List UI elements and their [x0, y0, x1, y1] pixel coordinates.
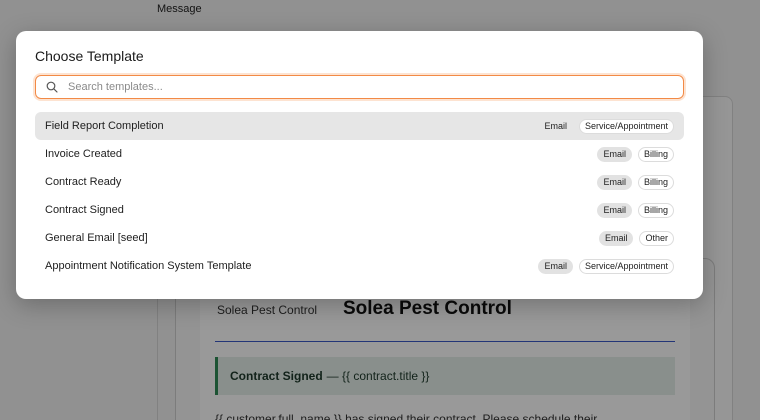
channel-badge: Email	[597, 174, 632, 190]
category-badge: Billing	[637, 202, 674, 218]
template-row[interactable]: Field Report Completion Email Service/Ap…	[35, 112, 684, 140]
search-input[interactable]	[68, 81, 648, 93]
template-row[interactable]: Appointment Notification System Template…	[35, 252, 684, 280]
template-tags: Email Billing	[597, 174, 674, 190]
channel-badge: Email	[544, 120, 567, 131]
template-name: Contract Ready	[45, 176, 122, 188]
template-name: Field Report Completion	[45, 120, 164, 132]
category-badge: Service/Appointment	[578, 118, 674, 134]
template-row[interactable]: Contract Signed Email Billing	[35, 196, 684, 224]
template-tags: Email Billing	[597, 146, 674, 162]
template-tags: Email Billing	[597, 202, 674, 218]
channel-badge: Email	[597, 202, 632, 218]
category-badge: Service/Appointment	[578, 258, 674, 274]
template-row[interactable]: General Email [seed] Email Other	[35, 224, 684, 252]
search-icon	[45, 80, 59, 94]
category-badge: Billing	[637, 146, 674, 162]
template-row[interactable]: Invoice Created Email Billing	[35, 140, 684, 168]
channel-badge: Email	[538, 258, 573, 274]
channel-badge: Email	[598, 230, 634, 246]
template-tags: Email Other	[598, 230, 674, 246]
dialog-title: Choose Template	[35, 48, 144, 64]
template-name: General Email [seed]	[45, 232, 148, 244]
template-name: Appointment Notification System Template	[45, 260, 252, 272]
search-box[interactable]	[35, 75, 684, 99]
template-name: Invoice Created	[45, 148, 123, 160]
category-badge: Other	[639, 230, 674, 246]
template-tags: Email Service/Appointment	[538, 258, 674, 274]
template-tags: Email Service/Appointment	[538, 118, 674, 134]
category-badge: Billing	[637, 174, 674, 190]
template-name: Contract Signed	[45, 204, 124, 216]
choose-template-dialog: Choose Template Field Report Completion …	[16, 31, 703, 299]
template-list: Field Report Completion Email Service/Ap…	[35, 112, 684, 280]
channel-badge: Email	[597, 146, 632, 162]
template-row[interactable]: Contract Ready Email Billing	[35, 168, 684, 196]
